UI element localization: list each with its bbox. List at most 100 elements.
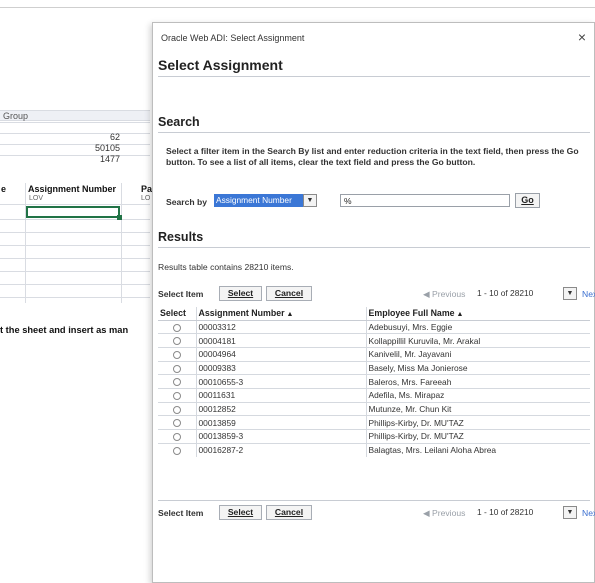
table-row[interactable]: 00013859 Phillips-Kirby, Dr. MU'TAZ [158,415,590,430]
table-row[interactable]: 00009383 Basely, Miss Ma Jonierose [158,360,590,375]
next-link[interactable]: Next 10 ▶ [582,289,595,300]
row-select-radio[interactable] [172,378,181,387]
sheet-row-line [0,271,150,272]
assignment-number-cell: 00004181 [195,333,366,348]
sheet-col-header-assignment-number: Assignment Number [28,184,117,194]
row-select-cell [158,442,196,457]
table-bottom-border [158,500,590,501]
table-row[interactable]: 00003312 Adebusuyi, Mrs. Eggie [158,319,590,334]
table-row[interactable]: 00016287-2 Balagtas, Mrs. Leilani Aloha A… [158,442,590,457]
row-select-radio[interactable] [172,323,181,332]
row-select-cell [158,401,196,416]
cancel-button[interactable]: Cancel [266,505,312,520]
results-body: 00003312 Adebusuyi, Mrs. Eggie 00004181 Kol… [158,319,590,457]
assignment-number-cell: 00013859 [195,415,366,430]
assignment-number-cell: 00003312 [195,319,366,334]
select-button-label: Select [227,288,254,298]
select-button[interactable]: Select [219,286,262,301]
employee-name-cell: Kollappillil Kuruvila, Mr. Arakal [365,333,590,348]
employee-name-cell: Phillips-Kirby, Dr. MU'TAZ [365,415,590,430]
results-table: Select Assignment Number ▲ Employee Full … [158,307,590,457]
select-assignment-dialog: Oracle Web ADI: Select Assignment × Sele… [152,22,595,583]
employee-name-cell: Baleros, Mrs. Fareeah [365,374,590,389]
sheet-row-line [0,297,150,298]
row-select-cell [158,360,196,375]
sheet-value-cell[interactable]: 62 [0,132,120,142]
col-header-employee-name[interactable]: Employee Full Name ▲ [365,307,590,321]
sort-ascending-icon: ▲ [456,311,464,319]
results-heading: Results [158,230,204,244]
close-icon[interactable]: × [578,29,586,45]
col-header-select: Select [158,307,196,321]
row-select-radio[interactable] [172,364,181,373]
table-row[interactable]: 00013859-3 Phillips-Kirby, Dr. MU'TAZ [158,429,590,444]
sheet-row-line [0,204,150,205]
sheet-row-line [0,245,150,246]
select-button[interactable]: Select [219,505,262,520]
row-select-radio[interactable] [172,337,181,346]
row-select-cell [158,319,196,334]
search-heading: Search [158,115,200,129]
row-select-radio[interactable] [172,419,181,428]
search-criteria-input[interactable] [340,194,510,207]
employee-name-cell: Adebusuyi, Mrs. Eggie [365,319,590,334]
row-select-cell [158,387,196,403]
employee-name-cell: Mutunze, Mr. Chun Kit [365,401,590,416]
page-title: Select Assignment [158,57,283,73]
results-divider [158,247,590,248]
row-select-cell [158,333,196,348]
chevron-down-icon[interactable]: ▼ [563,287,577,300]
row-select-radio[interactable] [172,392,181,401]
sheet-active-cell[interactable] [26,206,122,220]
search-instructions: Select a filter item in the Search By li… [166,146,579,167]
row-select-radio[interactable] [172,433,181,442]
next-link[interactable]: Next 10 ▶ [582,508,595,519]
sheet-top-border [0,0,595,8]
sheet-col-line [121,183,122,303]
dialog-titlebar[interactable]: Oracle Web ADI: Select Assignment × [153,23,594,53]
search-by-select[interactable]: Assignment Number ▼ [214,194,317,207]
chevron-down-icon[interactable]: ▼ [563,506,577,519]
search-by-selected-value: Assignment Number [214,194,303,207]
table-row[interactable]: 00004964 Kanivelil, Mr. Jayavani [158,346,590,362]
sheet-row-line [0,258,150,259]
row-select-cell [158,415,196,430]
employee-name-cell: Phillips-Kirby, Dr. MU'TAZ [365,429,590,444]
sheet-col-header-partial: e [1,184,7,194]
table-row[interactable]: 00004181 Kollappillil Kuruvila, Mr. Araka… [158,333,590,348]
sheet-value-cell[interactable]: 50105 [0,143,120,153]
col-header-assignment-number[interactable]: Assignment Number ▲ [195,307,366,321]
cancel-button-label: Cancel [274,507,304,517]
table-row[interactable]: 00010655-3 Baleros, Mrs. Fareeah [158,374,590,389]
results-toolbar-bottom: Select Item Select Cancel ◀ Previous 1 -… [158,504,595,521]
go-button-label: Go [521,195,534,205]
go-button[interactable]: Go [515,193,540,208]
previous-link: ◀ Previous [423,289,466,299]
chevron-down-icon[interactable]: ▼ [303,194,317,207]
employee-name-cell: Balagtas, Mrs. Leilani Aloha Abrea [365,442,590,457]
row-select-cell [158,374,196,389]
row-select-cell [158,429,196,444]
table-row[interactable]: 00012852 Mutunze, Mr. Chun Kit [158,401,590,416]
table-row[interactable]: 00011631 Adefila, Ms. Mirapaz [158,387,590,403]
results-summary: Results table contains 28210 items. [158,262,294,272]
employee-name-cell: Adefila, Ms. Mirapaz [365,387,590,403]
sheet-value-cell[interactable]: 1477 [0,154,120,164]
page-range: 1 - 10 of 28210 [477,288,534,298]
row-select-radio[interactable] [172,351,181,359]
previous-link: ◀ Previous [423,508,466,518]
cancel-button-label: Cancel [274,288,304,298]
employee-name-cell: Kanivelil, Mr. Jayavani [365,346,590,362]
sheet-col-line [25,183,26,303]
row-select-radio[interactable] [172,405,181,414]
search-divider [158,132,590,133]
assignment-number-cell: 00011631 [195,387,366,403]
assignment-number-cell: 00004964 [195,346,366,362]
title-divider [158,76,590,77]
page-range: 1 - 10 of 28210 [477,507,534,517]
assignment-number-cell: 00016287-2 [195,442,366,457]
assignment-number-cell: 00009383 [195,360,366,375]
row-select-radio[interactable] [172,447,181,456]
cancel-button[interactable]: Cancel [266,286,312,301]
assignment-number-cell: 00010655-3 [195,374,366,389]
